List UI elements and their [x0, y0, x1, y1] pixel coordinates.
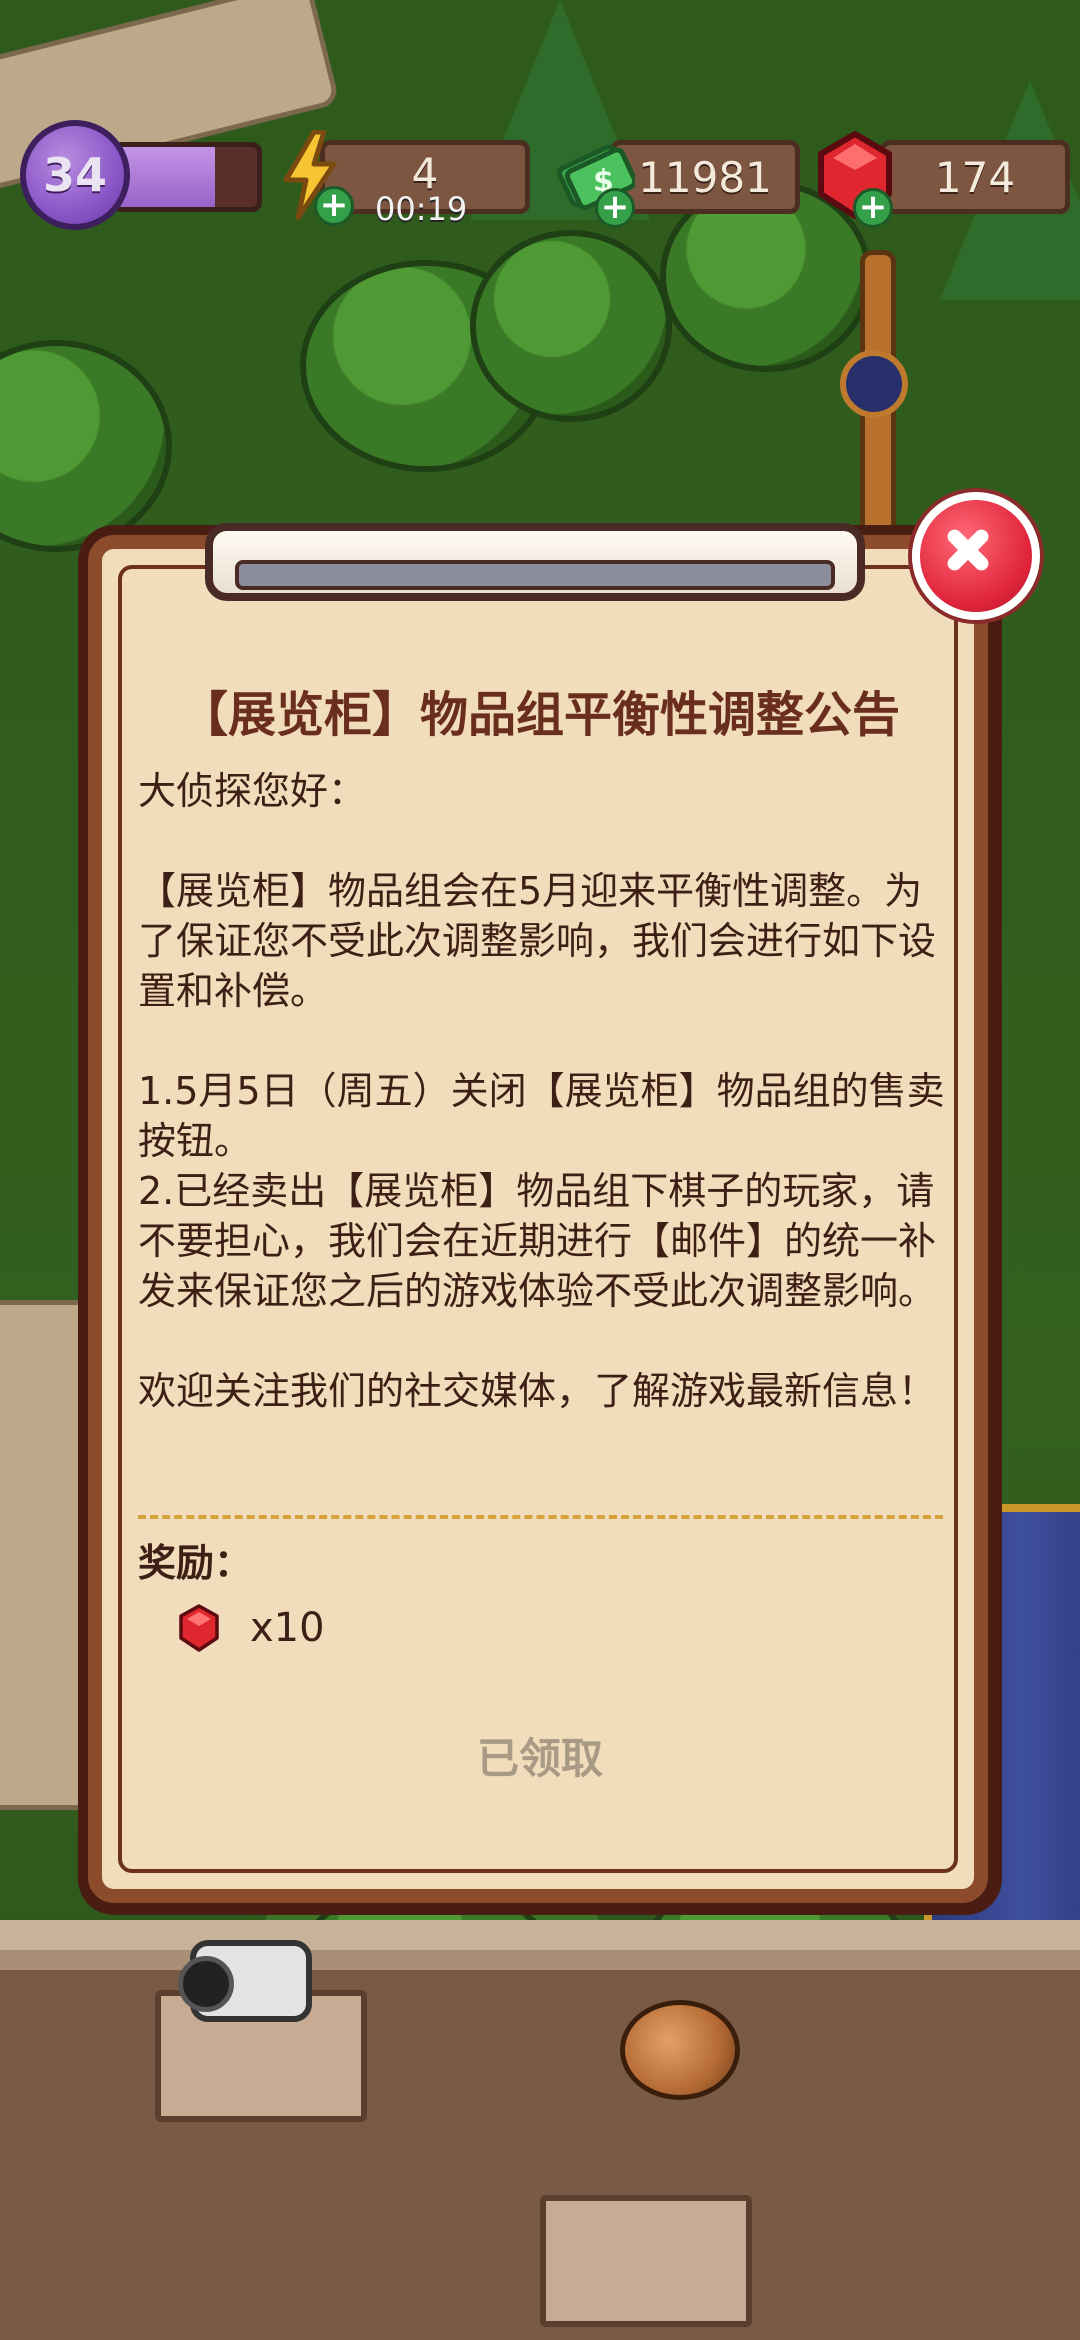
close-icon[interactable] [912, 492, 1040, 620]
notice-closing: 欢迎关注我们的社交媒体，了解游戏最新信息！ [138, 1369, 937, 1413]
camera-lens [178, 1956, 234, 2012]
red-gem-icon [179, 1604, 219, 1652]
notice-paragraph: 【展览柜】物品组会在5月迎来平衡性调整。为了保证您不受此次调整影响，我们会进行如… [138, 869, 937, 1013]
staff-orb [840, 350, 908, 418]
clipboard-clip [205, 505, 865, 613]
level-badge[interactable]: 34 [20, 120, 130, 230]
level-number: 34 [42, 148, 107, 202]
add-cash-plus-icon[interactable]: + [595, 188, 635, 228]
notice-title: 【展览柜】物品组平衡性调整公告 [179, 687, 900, 743]
add-energy-plus-icon[interactable]: + [314, 186, 354, 226]
dashed-divider [138, 1515, 943, 1519]
top-hud: 34 4 + 00:19 11981 $ + 174 + [0, 0, 1080, 260]
xp-progress-bar [112, 142, 262, 212]
add-gems-plus-icon[interactable]: + [853, 188, 893, 228]
claimed-button[interactable]: 已领取 [440, 1725, 640, 1786]
clip-rail [235, 560, 835, 590]
gem-counter[interactable]: 174 [880, 140, 1070, 214]
wall-post [540, 2195, 752, 2327]
reward-item: x10 [178, 1598, 325, 1658]
notice-item-1: 1.5月5日（周五）关闭【展览柜】物品组的售卖按钮。 [138, 1069, 945, 1163]
gem-value: 174 [934, 152, 1016, 202]
notice-body: 大侦探您好： 【展览柜】物品组会在5月迎来平衡性调整。为了保证您不受此次调整影响… [138, 766, 950, 1416]
security-camera[interactable] [178, 1940, 312, 2022]
cash-value: 11981 [638, 152, 772, 202]
reward-label: 奖励： [138, 1541, 253, 1585]
reward-quantity: x10 [250, 1605, 325, 1651]
cash-counter[interactable]: 11981 [610, 140, 800, 214]
sleeping-fox[interactable] [620, 2000, 740, 2100]
notice-item-2: 2.已经卖出【展览柜】物品组下棋子的玩家，请不要担心，我们会在近期进行【邮件】的… [138, 1169, 937, 1313]
notice-greeting: 大侦探您好： [138, 769, 367, 813]
xp-progress-fill [117, 147, 215, 207]
energy-timer: 00:19 [375, 190, 468, 228]
